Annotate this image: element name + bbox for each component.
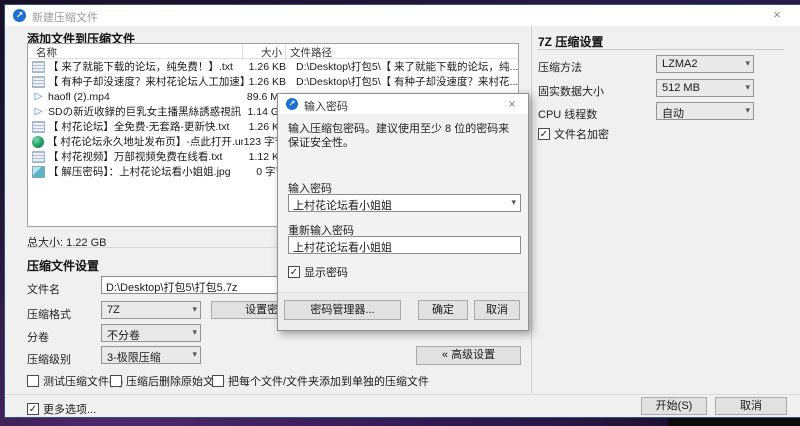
panel-divider [531, 26, 532, 393]
file-path: D:\Desktop\打包5\【 来了就能下载的论坛，纯... [286, 59, 518, 74]
dialog-cancel-button[interactable]: 取消 [474, 300, 520, 320]
chevron-down-icon[interactable]: ▾ [511, 197, 516, 208]
cpu-threads-label: CPU 线程数 [538, 106, 597, 122]
file-list-header: 名称 大小 文件路径 [28, 44, 518, 59]
file-name: SDの新近收錄的巨乳女主播黑絲誘惑視訊 無毛... [48, 104, 244, 119]
heading-underline [538, 49, 784, 50]
txt-file-icon [32, 61, 45, 73]
level-dropdown[interactable]: 3-极限压缩 ▾ [101, 346, 201, 364]
url-file-icon [32, 136, 44, 148]
password-dialog: ↗ 输入密码 × 输入压缩包密码。建议使用至少 8 位的密码来保证安全性。 输入… [277, 93, 529, 331]
column-header-path[interactable]: 文件路径 [290, 45, 332, 60]
method-value: LZMA2 [662, 58, 697, 70]
column-divider [242, 45, 243, 60]
ok-button[interactable]: 确定 [418, 300, 468, 320]
password-input[interactable]: 上村花论坛看小姐姐 ▾ [288, 194, 521, 212]
volume-label: 分卷 [27, 329, 49, 345]
method-dropdown[interactable]: LZMA2 ▾ [656, 55, 754, 73]
app-icon: ↗ [286, 98, 298, 110]
desktop: ↗ 新建压缩文件 × 添加文件到压缩文件 名称 大小 文件路径 【 来了就能下载… [0, 0, 800, 426]
solid-size-dropdown[interactable]: 512 MB ▾ [656, 79, 754, 97]
file-name: 【 村花视频】万部视频免费在线看.txt [48, 149, 244, 164]
show-password-checkbox[interactable]: ✓ 显示密码 [288, 264, 348, 280]
table-row[interactable]: 【 有种子却没速度？来村花论坛人工加速】.txt1.26 KBD:\Deskto… [28, 74, 518, 89]
txt-file-icon [32, 151, 45, 163]
cpu-threads-value: 自动 [662, 108, 684, 120]
format-label: 压缩格式 [27, 306, 71, 322]
volume-value: 不分卷 [107, 330, 140, 342]
dialog-title-bar: ↗ 输入密码 × [278, 94, 528, 114]
format-value: 7Z [107, 304, 120, 316]
video-file-icon: ▷ [32, 106, 45, 118]
checkbox-label: 文件名加密 [554, 126, 609, 142]
volume-dropdown[interactable]: 不分卷 ▾ [101, 324, 201, 342]
table-row[interactable]: 【 来了就能下载的论坛，纯免费！】.txt1.26 KBD:\Desktop\打… [28, 59, 518, 74]
checkbox-label: 把每个文件/文件夹添加到单独的压缩文件 [228, 373, 429, 389]
checkbox-label: 压缩后删除原始文件 [126, 373, 225, 389]
cpu-threads-dropdown[interactable]: 自动 ▾ [656, 102, 754, 120]
checkbox-icon: ✓ [538, 128, 550, 140]
app-icon: ↗ [13, 9, 26, 22]
title-bar: ↗ 新建压缩文件 × [5, 5, 800, 26]
chevron-down-icon: ▾ [745, 58, 750, 69]
test-archive-checkbox[interactable]: 测试压缩文件(T) [27, 373, 123, 389]
format-dropdown[interactable]: 7Z ▾ [101, 301, 201, 319]
solid-size-value: 512 MB [662, 82, 700, 94]
start-button[interactable]: 开始(S) [641, 397, 707, 415]
sevenzip-settings-heading: 7Z 压缩设置 [538, 33, 603, 50]
video-file-icon: ▷ [32, 91, 45, 103]
chevron-down-icon: ▾ [745, 82, 750, 93]
more-options-checkbox[interactable]: ✓ 更多选项... [27, 401, 96, 417]
close-icon[interactable]: × [504, 96, 520, 112]
chevron-down-icon: ▾ [192, 304, 197, 315]
method-label: 压缩方法 [538, 59, 582, 75]
checkbox-icon: ✓ [288, 266, 300, 278]
file-size: 1.26 KB [244, 61, 286, 73]
file-name: 【 解压密码】：上村花论坛看小姐姐.jpg [48, 164, 244, 179]
file-name: 【 村花论坛】全免费-无套路-更新快.txt [48, 119, 244, 134]
file-name: haofl (2).mp4 [48, 91, 244, 103]
checkbox-icon [110, 375, 122, 387]
close-icon[interactable]: × [768, 7, 786, 23]
advanced-settings-button[interactable]: « 高级设置 [416, 346, 521, 365]
txt-file-icon [32, 76, 45, 88]
file-size: 1.26 KB [244, 76, 286, 88]
column-divider [285, 45, 286, 60]
checkbox-icon [27, 375, 39, 387]
taskbar-fragment [668, 417, 800, 426]
password-value: 上村花论坛看小姐姐 [293, 200, 392, 212]
separate-archives-checkbox[interactable]: 把每个文件/文件夹添加到单独的压缩文件 [212, 373, 429, 389]
password-manager-button[interactable]: 密码管理器... [284, 300, 401, 320]
chevron-down-icon: ▾ [745, 105, 750, 116]
chevron-down-icon: ▾ [192, 327, 197, 338]
confirm-password-input[interactable]: 上村花论坛看小姐姐 [288, 236, 521, 254]
file-name: 【 来了就能下载的论坛，纯免费！】.txt [48, 59, 244, 74]
file-name: 【 村花论坛永久地址发布页】-点此打开.url [47, 134, 243, 149]
file-path: D:\Desktop\打包5\【 有种子却没速度？来村花... [286, 74, 518, 89]
column-header-name[interactable]: 名称 [36, 45, 57, 60]
file-name: 【 有种子却没速度？来村花论坛人工加速】.txt [48, 74, 244, 89]
image-file-icon [32, 166, 45, 178]
filename-label: 文件名 [27, 281, 60, 297]
window-title: 新建压缩文件 [32, 9, 98, 25]
level-label: 压缩级别 [27, 351, 71, 367]
delete-after-checkbox[interactable]: 压缩后删除原始文件 [110, 373, 225, 389]
txt-file-icon [32, 121, 45, 133]
column-header-size[interactable]: 大小 [198, 45, 282, 60]
cancel-button[interactable]: 取消 [715, 397, 787, 415]
dialog-title: 输入密码 [304, 98, 348, 114]
chevron-down-icon: ▾ [192, 349, 197, 360]
bottom-divider [5, 394, 800, 395]
checkbox-label: 更多选项... [43, 401, 96, 417]
archive-settings-heading: 压缩文件设置 [27, 257, 99, 274]
level-value: 3-极限压缩 [107, 352, 161, 364]
checkbox-icon: ✓ [27, 403, 39, 415]
solid-size-label: 固实数据大小 [538, 83, 604, 99]
dialog-description: 输入压缩包密码。建议使用至少 8 位的密码来保证安全性。 [288, 122, 520, 150]
encrypt-filenames-checkbox[interactable]: ✓ 文件名加密 [538, 126, 609, 142]
checkbox-icon [212, 375, 224, 387]
checkbox-label: 显示密码 [304, 264, 348, 280]
